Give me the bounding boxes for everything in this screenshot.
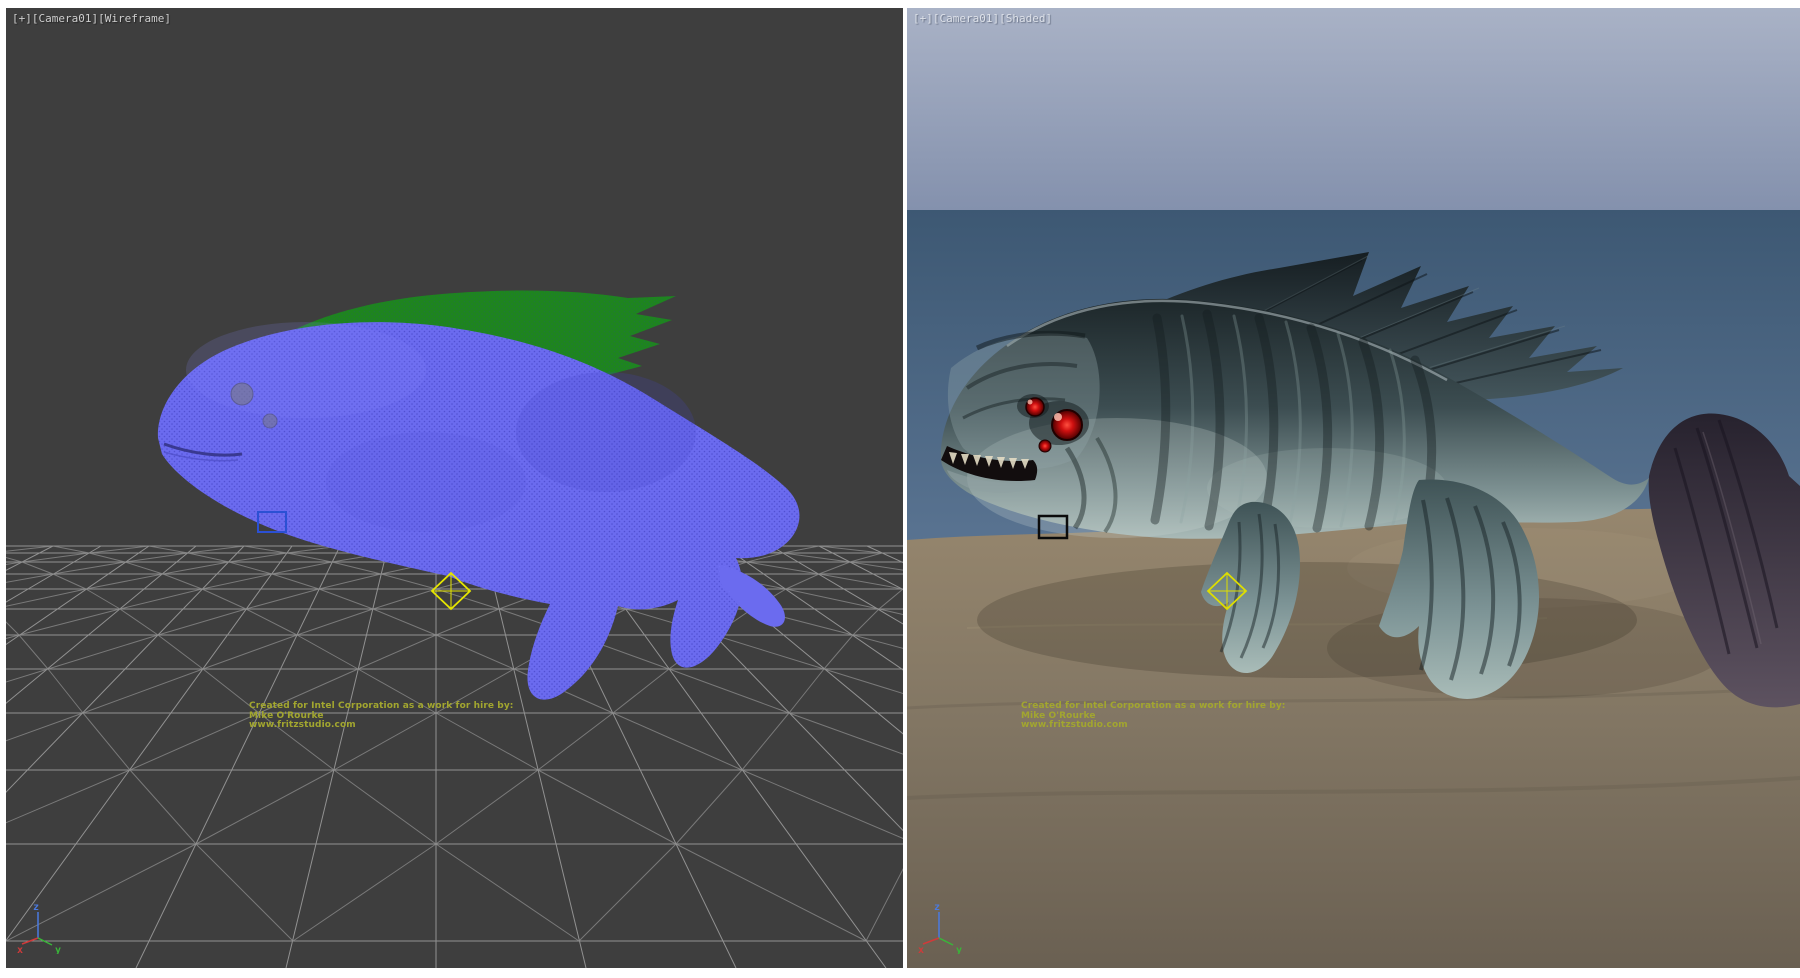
world-axis-tripod: z x y — [917, 900, 965, 954]
axis-z-label: z — [934, 902, 940, 913]
scene-watermark: Created for Intel Corporation as a work … — [249, 702, 514, 731]
viewport-label: [+][Camera01][Shaded] — [913, 12, 1052, 25]
watermark-line3: www.fritzstudio.com — [1021, 721, 1286, 731]
axis-x-label: x — [918, 945, 924, 954]
body-highlight — [186, 322, 426, 418]
world-axis-tripod: z x y — [16, 900, 64, 954]
eye-left — [231, 383, 253, 405]
viewport-menu-pov[interactable]: [Camera01] — [933, 12, 999, 25]
fish-body-wireframe[interactable] — [158, 322, 800, 700]
watermark-line3: www.fritzstudio.com — [249, 721, 514, 731]
body-shade — [516, 372, 696, 492]
viewport-label: [+][Camera01][Wireframe] — [12, 12, 171, 25]
body-shade2 — [326, 432, 526, 532]
shaded-scene — [907, 8, 1800, 968]
viewport-menu-shading[interactable]: [Wireframe] — [98, 12, 171, 25]
viewport-menu-general[interactable]: [+] — [12, 12, 32, 25]
axis-y-label: y — [956, 945, 962, 954]
sky — [907, 8, 1800, 210]
stage: [+][Camera01][Wireframe] Created for Int… — [0, 0, 1800, 978]
viewport-menu-pov[interactable]: [Camera01] — [32, 12, 98, 25]
viewport-wireframe[interactable]: [+][Camera01][Wireframe] Created for Int… — [6, 8, 903, 968]
viewport-menu-general[interactable]: [+] — [913, 12, 933, 25]
viewport-shaded[interactable]: [+][Camera01][Shaded] Created for Intel … — [907, 8, 1800, 968]
axis-x-label: x — [17, 945, 23, 954]
axis-z-label: z — [33, 902, 39, 913]
scene-watermark: Created for Intel Corporation as a work … — [1021, 702, 1286, 731]
axis-y-label: y — [55, 945, 61, 954]
viewport-menu-shading[interactable]: [Shaded] — [999, 12, 1052, 25]
eye-small — [263, 414, 277, 428]
wireframe-scene — [6, 8, 903, 968]
